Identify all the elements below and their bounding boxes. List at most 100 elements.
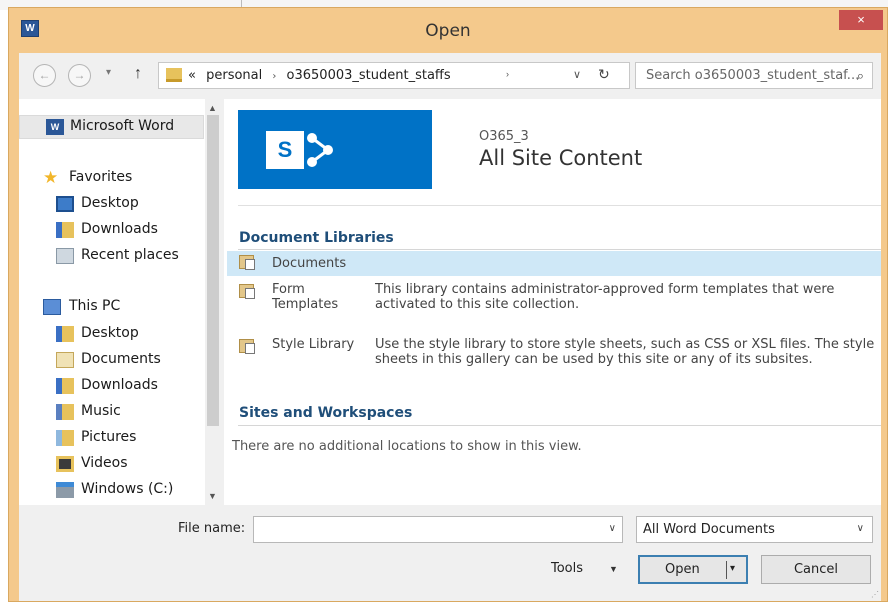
page-title: All Site Content <box>479 146 643 170</box>
breadcrumb-personal[interactable]: personal <box>206 68 262 83</box>
nav-item-label: This PC <box>69 298 121 314</box>
breadcrumb: « personal › o3650003_student_staffs <box>188 68 451 83</box>
music-icon <box>56 404 74 420</box>
star-icon: ★ <box>43 168 59 188</box>
section-title-document-libraries: Document Libraries <box>239 230 394 246</box>
nav-item-pictures[interactable]: Pictures <box>19 427 204 451</box>
file-name-label: File name: <box>178 521 246 536</box>
address-bar[interactable]: « personal › o3650003_student_staffs › ∨… <box>158 62 630 89</box>
downloads-icon <box>56 378 74 394</box>
breadcrumb-separator[interactable]: › <box>272 71 276 82</box>
breadcrumb-overflow[interactable]: « <box>188 68 196 83</box>
folder-icon <box>166 68 182 82</box>
recent-places-icon <box>56 248 74 264</box>
open-button[interactable]: Open ▾ <box>638 555 748 584</box>
nav-item-recent-places[interactable]: Recent places <box>19 245 204 269</box>
file-name-field[interactable]: ∨ <box>253 516 623 543</box>
nav-item-desktop[interactable]: Desktop <box>19 193 204 217</box>
title-bar[interactable]: W Open × <box>9 8 887 53</box>
nav-item-label: Music <box>81 403 121 419</box>
nav-item-label: Microsoft Word <box>70 118 175 134</box>
pictures-icon <box>56 430 74 446</box>
sharepoint-dots-icon <box>307 133 333 167</box>
nav-item-label: Documents <box>81 351 161 367</box>
library-description: Use the style library to store style she… <box>375 337 875 367</box>
videos-icon <box>56 456 74 472</box>
empty-message: There are no additional locations to sho… <box>232 439 582 454</box>
search-icon[interactable]: ⌕ <box>857 68 864 84</box>
scroll-up-icon[interactable]: ▲ <box>208 103 217 113</box>
nav-item-downloads[interactable]: Downloads <box>19 219 204 243</box>
nav-item-label: Desktop <box>81 325 139 341</box>
cancel-button[interactable]: Cancel <box>761 555 871 584</box>
search-input[interactable]: Search o3650003_student_staf... <box>646 68 859 83</box>
nav-item-pc-desktop[interactable]: Desktop <box>19 323 204 347</box>
scrollbar-thumb[interactable] <box>207 115 219 426</box>
section-title-sites-and-workspaces: Sites and Workspaces <box>239 405 413 421</box>
downloads-icon <box>56 222 74 238</box>
library-name[interactable]: Form Templates <box>272 282 360 312</box>
drive-icon <box>56 482 74 498</box>
open-button-label: Open <box>665 562 700 577</box>
chevron-down-icon[interactable]: ∨ <box>857 523 864 534</box>
tools-dropdown-icon[interactable]: ▼ <box>609 564 618 574</box>
list-item-documents[interactable]: Documents <box>227 251 881 276</box>
chevron-down-icon[interactable]: ∨ <box>609 523 616 534</box>
sharepoint-letter: S <box>266 131 304 169</box>
search-box[interactable]: Search o3650003_student_staf... ⌕ <box>635 62 873 89</box>
address-dropdown-icon[interactable]: ∨ <box>573 68 581 81</box>
nav-item-label: Recent places <box>81 247 179 263</box>
content-pane: S O365_3 All Site Content Document Libra… <box>224 99 881 505</box>
nav-item-videos[interactable]: Videos <box>19 453 204 477</box>
nav-item-documents[interactable]: Documents <box>19 349 204 373</box>
recent-locations-dropdown[interactable]: ▾ <box>106 67 111 78</box>
open-options-dropdown-icon[interactable]: ▾ <box>730 563 735 574</box>
computer-icon <box>43 299 61 315</box>
word-icon: W <box>46 119 64 135</box>
nav-item-label: Windows (C:) <box>81 481 174 497</box>
library-icon <box>239 284 255 299</box>
nav-item-music[interactable]: Music <box>19 401 204 425</box>
split-divider <box>726 561 727 579</box>
list-item-form-templates[interactable]: Form Templates This library contains adm… <box>227 280 881 316</box>
cancel-button-label: Cancel <box>793 562 839 577</box>
list-item-style-library[interactable]: Style Library Use the style library to s… <box>227 335 881 387</box>
library-icon <box>239 339 255 354</box>
tools-button[interactable]: Tools <box>551 561 583 576</box>
nav-item-microsoft-word[interactable]: W Microsoft Word <box>19 115 204 139</box>
navigation-pane-scrollbar[interactable]: ▲ ▼ <box>205 99 221 505</box>
sharepoint-logo: S <box>238 110 432 189</box>
desktop-folder-icon <box>56 326 74 342</box>
file-selection-bar: File name: ∨ All Word Documents ∨ Tools … <box>19 505 881 601</box>
up-button[interactable]: ↑ <box>134 65 142 83</box>
open-dialog: W Open × ← → ▾ ↑ « personal › o3650003_s… <box>8 7 888 602</box>
nav-item-label: Pictures <box>81 429 137 445</box>
dialog-client: ← → ▾ ↑ « personal › o3650003_student_st… <box>19 53 881 601</box>
breadcrumb-student-staffs[interactable]: o3650003_student_staffs <box>287 68 451 83</box>
library-name[interactable]: Style Library <box>272 337 354 352</box>
divider <box>238 425 881 426</box>
navigation-pane: W Microsoft Word ★ Favorites Desktop Dow… <box>19 99 221 505</box>
divider <box>238 205 881 206</box>
forward-button[interactable]: → <box>68 64 91 87</box>
nav-item-favorites[interactable]: ★ Favorites <box>19 167 204 191</box>
breadcrumb-chevron-icon[interactable]: › <box>506 69 509 79</box>
file-type-select[interactable]: All Word Documents ∨ <box>636 516 873 543</box>
refresh-icon[interactable]: ↻ <box>598 66 610 83</box>
documents-icon <box>56 352 74 368</box>
navigation-bar: ← → ▾ ↑ « personal › o3650003_student_st… <box>19 53 881 97</box>
back-button[interactable]: ← <box>33 64 56 87</box>
desktop-icon <box>56 196 74 212</box>
resize-grip-icon[interactable]: ⋰ <box>871 590 879 599</box>
nav-item-label: Videos <box>81 455 128 471</box>
file-type-value: All Word Documents <box>643 522 775 537</box>
close-button[interactable]: × <box>839 10 883 30</box>
nav-item-pc-downloads[interactable]: Downloads <box>19 375 204 399</box>
nav-item-windows-c[interactable]: Windows (C:) <box>19 479 204 503</box>
nav-item-this-pc[interactable]: This PC <box>19 296 204 320</box>
site-code: O365_3 <box>479 129 529 144</box>
library-name[interactable]: Documents <box>272 256 346 271</box>
nav-item-label: Desktop <box>81 195 139 211</box>
nav-item-label: Favorites <box>69 169 133 185</box>
scroll-down-icon[interactable]: ▼ <box>208 491 217 501</box>
